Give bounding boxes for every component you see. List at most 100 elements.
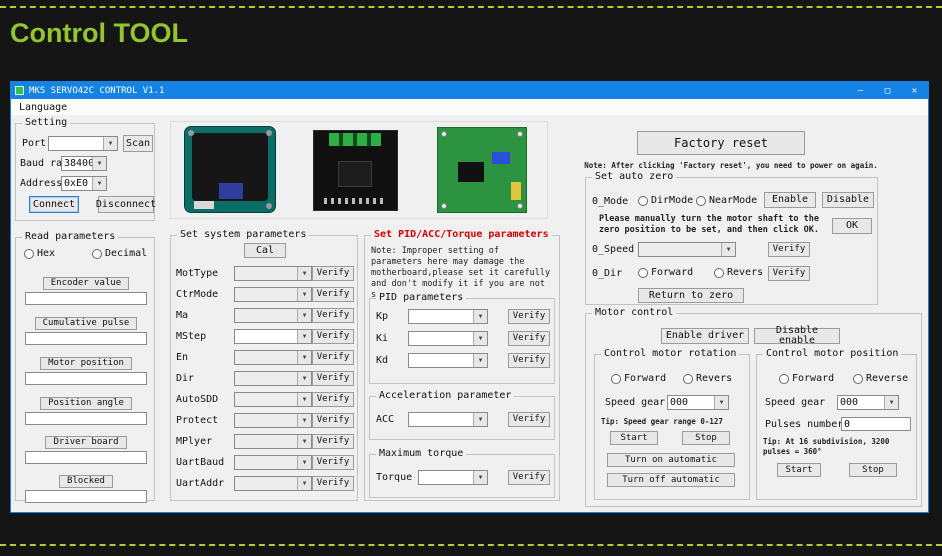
read-parameters-group: Read parameters Hex Decimal Encoder valu…	[15, 231, 155, 503]
return-to-zero-button[interactable]: Return to zero	[638, 288, 744, 303]
position-angle-field[interactable]	[25, 412, 147, 425]
protect-combobox[interactable]	[234, 413, 312, 428]
nearmode-radio[interactable]: NearMode	[696, 195, 757, 206]
motor-position-pair: Motor position	[21, 350, 151, 385]
auto-zero-title: Set auto zero	[592, 171, 677, 182]
minimize-button[interactable]: —	[847, 82, 874, 99]
pid-acc-torque-title: Set PID/ACC/Torque parameters	[371, 229, 552, 240]
dir-combobox[interactable]	[234, 371, 312, 386]
ma-verify-button[interactable]: Verify	[312, 308, 354, 323]
autosdd-verify-button[interactable]: Verify	[312, 392, 354, 407]
connect-button[interactable]: Connect	[29, 196, 79, 213]
dirmode-radio[interactable]: DirMode	[638, 195, 693, 206]
zero-speed-combobox[interactable]	[638, 242, 736, 257]
mottype-verify-button[interactable]: Verify	[312, 266, 354, 281]
setting-group-title: Setting	[22, 117, 71, 128]
driver-board-button[interactable]: Driver board	[45, 436, 127, 449]
uartaddr-combobox[interactable]	[234, 476, 312, 491]
ki-verify-button[interactable]: Verify	[508, 331, 550, 346]
position-stop-button[interactable]: Stop	[849, 463, 897, 477]
position-reverse-radio[interactable]: Reverse	[853, 373, 908, 384]
encoder-value-button[interactable]: Encoder value	[42, 277, 130, 290]
blocked-field[interactable]	[25, 490, 147, 503]
protect-verify-button[interactable]: Verify	[312, 413, 354, 428]
uartbaud-combobox[interactable]	[234, 455, 312, 470]
hex-radio[interactable]: Hex	[24, 248, 55, 259]
cumulative-pulse-pair: Cumulative pulse	[21, 310, 151, 345]
uartaddr-verify-button[interactable]: Verify	[312, 476, 354, 491]
param-row-ctrmode: CtrMode Verify	[176, 287, 354, 302]
position-speed-gear-combobox[interactable]: 000	[837, 395, 899, 410]
disconnect-button[interactable]: Disconnect	[96, 196, 156, 213]
ma-combobox[interactable]	[234, 308, 312, 323]
position-forward-radio[interactable]: Forward	[779, 373, 834, 384]
mottype-combobox[interactable]	[234, 266, 312, 281]
address-combobox[interactable]: 0xE0	[61, 176, 107, 191]
mplyer-verify-button[interactable]: Verify	[312, 434, 354, 449]
menu-language[interactable]: Language	[13, 102, 73, 113]
kd-combobox[interactable]	[408, 353, 488, 368]
baud-rate-combobox[interactable]: 38400	[61, 156, 107, 171]
zero-enable-button[interactable]: Enable	[764, 192, 816, 208]
factory-reset-button[interactable]: Factory reset	[637, 131, 805, 155]
en-combobox[interactable]	[234, 350, 312, 365]
kp-row: Kp Verify	[376, 309, 550, 324]
acc-verify-button[interactable]: Verify	[508, 412, 550, 427]
enable-driver-button[interactable]: Enable driver	[661, 328, 749, 344]
zero-ok-button[interactable]: OK	[832, 218, 872, 234]
zero-speed-verify-button[interactable]: Verify	[768, 242, 810, 257]
pid-parameters-group: PID parameters Kp Verify Ki Verify Kd	[369, 292, 555, 384]
torque-verify-button[interactable]: Verify	[508, 470, 550, 485]
rotation-speed-gear-combobox[interactable]: 000	[667, 395, 729, 410]
pulses-number-field[interactable]	[841, 417, 911, 431]
kd-verify-button[interactable]: Verify	[508, 353, 550, 368]
rotation-control-group: Control motor rotation Forward Revers Sp…	[594, 348, 750, 500]
ki-combobox[interactable]	[408, 331, 488, 346]
param-row-uartaddr: UartAddr Verify	[176, 476, 354, 491]
cal-button[interactable]: Cal	[244, 243, 286, 258]
zero-disable-button[interactable]: Disable	[822, 192, 874, 208]
acc-combobox[interactable]	[408, 412, 488, 427]
zero-forward-radio[interactable]: Forward	[638, 267, 693, 278]
en-verify-button[interactable]: Verify	[312, 350, 354, 365]
motor-position-field[interactable]	[25, 372, 147, 385]
zero-dir-verify-button[interactable]: Verify	[768, 266, 810, 281]
rotation-start-button[interactable]: Start	[610, 431, 658, 445]
maximize-button[interactable]: □	[874, 82, 901, 99]
mstep-verify-button[interactable]: Verify	[312, 329, 354, 344]
cumulative-pulse-button[interactable]: Cumulative pulse	[34, 317, 138, 330]
close-button[interactable]: ✕	[901, 82, 928, 99]
position-start-button[interactable]: Start	[777, 463, 821, 477]
autosdd-combobox[interactable]	[234, 392, 312, 407]
turn-off-automatic-button[interactable]: Turn off automatic	[607, 473, 735, 487]
position-control-group: Control motor position Forward Reverse S…	[756, 348, 917, 500]
dir-verify-button[interactable]: Verify	[312, 371, 354, 386]
kp-combobox[interactable]	[408, 309, 488, 324]
ctrmode-combobox[interactable]	[234, 287, 312, 302]
encoder-value-field[interactable]	[25, 292, 147, 305]
uartbaud-verify-button[interactable]: Verify	[312, 455, 354, 470]
window-title: MKS SERVO42C CONTROL V1.1	[29, 85, 165, 96]
kp-verify-button[interactable]: Verify	[508, 309, 550, 324]
motor-control-title: Motor control	[592, 307, 677, 318]
mplyer-combobox[interactable]	[234, 434, 312, 449]
disable-enable-button[interactable]: Disable enable	[754, 326, 840, 346]
position-angle-button[interactable]: Position angle	[40, 397, 132, 410]
blocked-button[interactable]: Blocked	[59, 475, 113, 488]
torque-combobox[interactable]	[418, 470, 488, 485]
driver-board-field[interactable]	[25, 451, 147, 464]
turn-on-automatic-button[interactable]: Turn on automatic	[607, 453, 735, 467]
param-row-mstep: MStep Verify	[176, 329, 354, 344]
rotation-forward-radio[interactable]: Forward	[611, 373, 666, 384]
scan-button[interactable]: Scan	[123, 135, 153, 152]
cumulative-pulse-field[interactable]	[25, 332, 147, 345]
ctrmode-verify-button[interactable]: Verify	[312, 287, 354, 302]
decimal-radio[interactable]: Decimal	[92, 248, 147, 259]
rotation-stop-button[interactable]: Stop	[682, 431, 730, 445]
rotation-revers-radio[interactable]: Revers	[683, 373, 732, 384]
bottom-dashed-divider	[0, 544, 942, 546]
zero-revers-radio[interactable]: Revers	[714, 267, 763, 278]
port-combobox[interactable]	[48, 136, 118, 151]
mstep-combobox[interactable]	[234, 329, 312, 344]
motor-position-button[interactable]: Motor position	[40, 357, 132, 370]
